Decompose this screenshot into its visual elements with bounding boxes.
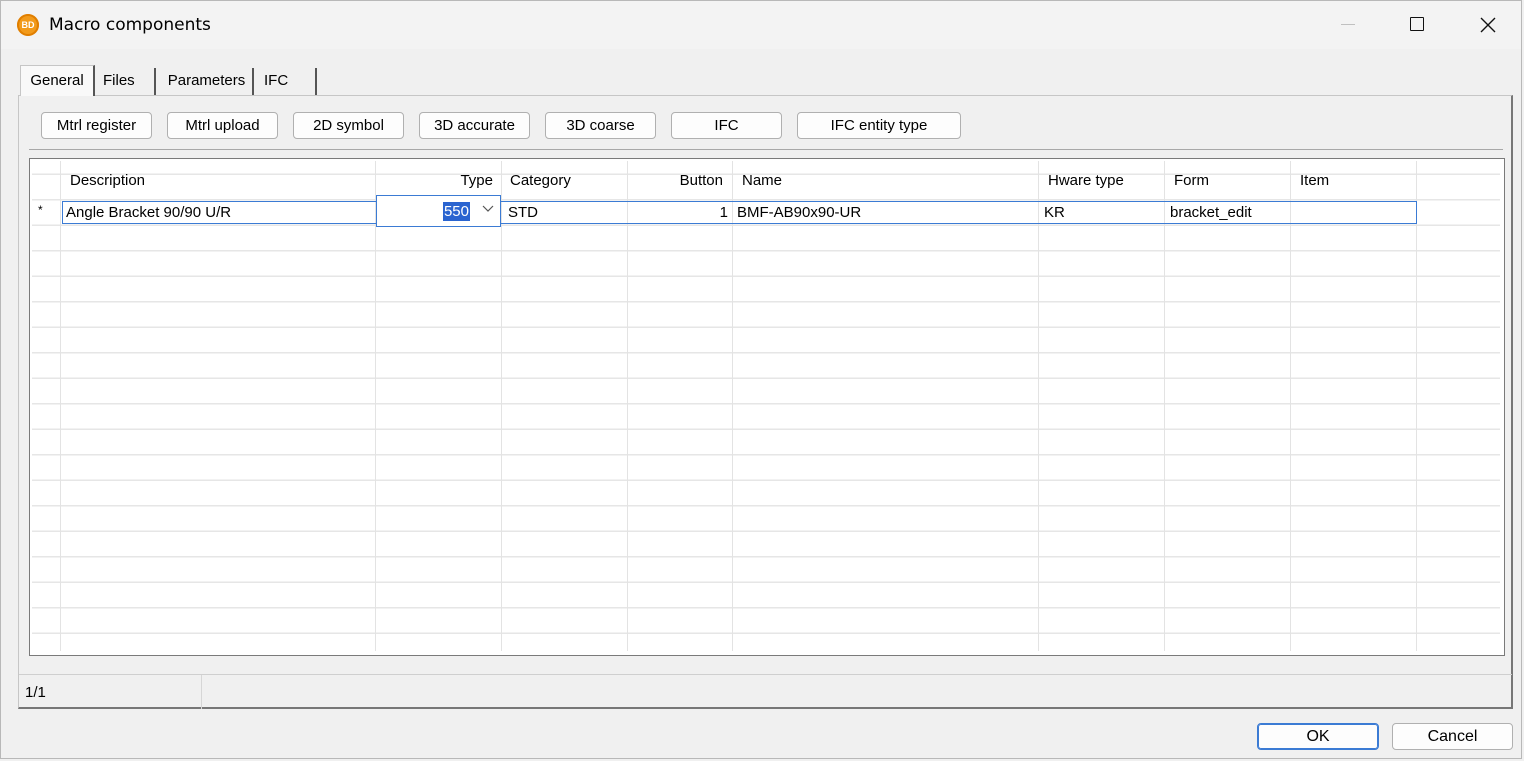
cell-hware-type[interactable]: KR xyxy=(1044,201,1065,224)
header-description[interactable]: Description xyxy=(70,161,145,199)
mtrl-register-button[interactable]: Mtrl register xyxy=(41,112,152,139)
new-row-marker: * xyxy=(38,203,43,217)
cell-description[interactable]: Angle Bracket 90/90 U/R xyxy=(66,201,231,224)
tab-parameters[interactable]: Parameters xyxy=(161,68,254,95)
record-counter: 1/1 xyxy=(25,684,46,701)
tab-general[interactable]: General xyxy=(20,65,95,96)
column-description xyxy=(61,161,376,651)
grid-body: Description Type Category Button Name Hw… xyxy=(32,161,1500,651)
record-counter-pane: 1/1 xyxy=(19,675,202,709)
title-bar: BD Macro components xyxy=(1,1,1521,49)
header-hware-type[interactable]: Hware type xyxy=(1048,161,1124,199)
type-value[interactable]: 550 xyxy=(442,202,470,221)
column-button xyxy=(628,161,733,651)
column-hware-type xyxy=(1039,161,1165,651)
header-category[interactable]: Category xyxy=(510,161,571,199)
chevron-down-icon[interactable] xyxy=(482,205,494,213)
2d-symbol-button[interactable]: 2D symbol xyxy=(293,112,404,139)
cell-button[interactable]: 1 xyxy=(628,201,728,224)
tab-ifc[interactable]: IFC xyxy=(259,68,317,95)
header-item[interactable]: Item xyxy=(1300,161,1329,199)
mtrl-upload-button[interactable]: Mtrl upload xyxy=(167,112,278,139)
column-category xyxy=(502,161,628,651)
row-header-column xyxy=(32,161,61,651)
app-logo-icon: BD xyxy=(17,14,39,36)
ifc-entity-type-button[interactable]: IFC entity type xyxy=(797,112,961,139)
cancel-button[interactable]: Cancel xyxy=(1392,723,1513,750)
type-dropdown[interactable]: 550 xyxy=(376,195,501,227)
status-bar: 1/1 xyxy=(19,674,1512,709)
close-button[interactable] xyxy=(1453,1,1523,49)
minimize-button[interactable] xyxy=(1313,1,1383,49)
ifc-button[interactable]: IFC xyxy=(671,112,782,139)
cell-name[interactable]: BMF-AB90x90-UR xyxy=(737,201,861,224)
column-name xyxy=(733,161,1039,651)
column-type xyxy=(376,161,502,651)
column-item xyxy=(1291,161,1417,651)
header-form[interactable]: Form xyxy=(1174,161,1209,199)
3d-coarse-button[interactable]: 3D coarse xyxy=(545,112,656,139)
maximize-button[interactable] xyxy=(1383,1,1453,49)
column-form xyxy=(1165,161,1291,651)
3d-accurate-button[interactable]: 3D accurate xyxy=(419,112,530,139)
header-name[interactable]: Name xyxy=(742,161,782,199)
window-title: Macro components xyxy=(49,15,211,35)
ok-button[interactable]: OK xyxy=(1257,723,1379,750)
toolbar-divider xyxy=(29,149,1503,150)
header-button[interactable]: Button xyxy=(628,161,723,199)
header-type[interactable]: Type xyxy=(376,161,493,199)
components-grid[interactable]: Description Type Category Button Name Hw… xyxy=(29,158,1505,656)
close-icon xyxy=(1480,17,1496,33)
macro-components-window: BD Macro components General Files Parame… xyxy=(0,0,1522,759)
cell-category[interactable]: STD xyxy=(508,201,538,224)
cell-form[interactable]: bracket_edit xyxy=(1170,201,1252,224)
tab-files[interactable]: Files xyxy=(98,68,156,95)
